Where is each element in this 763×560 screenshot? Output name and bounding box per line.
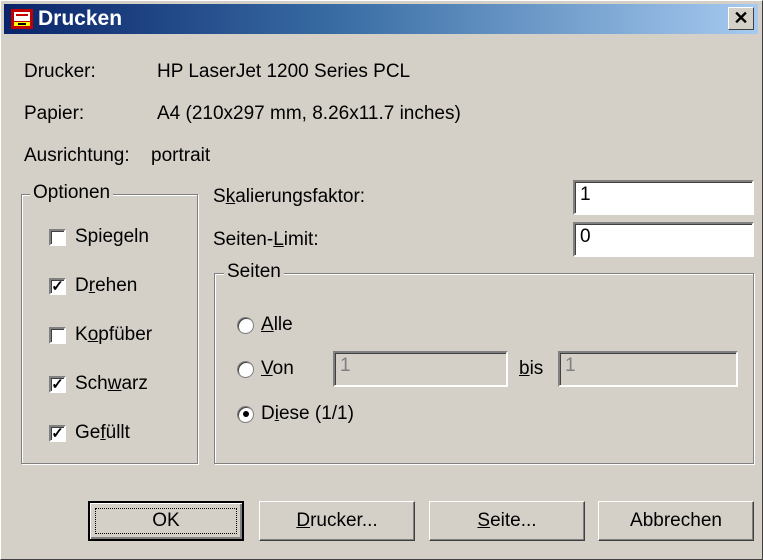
options-legend: Optionen (30, 182, 114, 204)
pages-all-label: Alle (261, 314, 293, 335)
printer-label: Drucker: (24, 61, 96, 82)
pages-current-radio[interactable]: Diese (1/1) (237, 403, 354, 425)
cancel-button[interactable]: Abbrechen (598, 501, 754, 541)
pages-to-label: bis (519, 358, 544, 379)
mirror-checkbox[interactable]: Spiegeln (49, 226, 149, 248)
title-bar[interactable]: Drucken ✕ (4, 4, 758, 34)
black-check-mark: ✓ (49, 375, 66, 393)
close-button[interactable]: ✕ (728, 7, 754, 30)
ok-button[interactable]: OK (88, 501, 244, 541)
page-limit-label: Seiten-Limit: (213, 229, 319, 250)
printer-app-icon (11, 9, 33, 29)
black-label: Schwarz (75, 373, 148, 394)
ok-focus-rect (95, 508, 237, 534)
pages-all-radio-dot (237, 316, 254, 334)
pages-all-radio[interactable]: Alle (237, 314, 293, 336)
paper-label: Papier: (24, 103, 85, 124)
filled-check-mark: ✓ (49, 424, 66, 442)
pages-current-label: Diese (1/1) (261, 403, 354, 424)
pages-legend: Seiten (224, 261, 284, 283)
rotate-checkbox[interactable]: ✓ Drehen (49, 275, 137, 297)
pages-to-input[interactable]: 1 (558, 351, 738, 387)
scaling-input[interactable]: 1 (573, 180, 754, 215)
printer-button[interactable]: Drucker... (259, 501, 415, 541)
mirror-label: Spiegeln (75, 226, 149, 247)
printer-value: HP LaserJet 1200 Series PCL (157, 61, 411, 82)
pages-current-radio-dot (237, 405, 254, 423)
rotate-label: Drehen (75, 275, 138, 296)
window-title: Drucken (38, 7, 123, 30)
print-dialog: Drucken ✕ Drucker: HP LaserJet 1200 Seri… (0, 0, 763, 560)
orientation-label: Ausrichtung: (24, 145, 130, 166)
pages-from-radio-dot (237, 360, 254, 378)
upside-down-check-mark (49, 326, 66, 344)
upside-down-checkbox[interactable]: Kopfüber (49, 324, 152, 346)
page-setup-button-label: Seite... (477, 510, 537, 531)
filled-checkbox[interactable]: ✓ Gefüllt (49, 422, 130, 444)
filled-label: Gefüllt (75, 422, 130, 443)
pages-from-label: Von (261, 358, 294, 379)
printer-button-label: Drucker... (296, 510, 378, 531)
scaling-label: Skalierungsfaktor: (213, 186, 366, 207)
black-checkbox[interactable]: ✓ Schwarz (49, 373, 148, 395)
rotate-check-mark: ✓ (49, 277, 66, 295)
pages-from-input[interactable]: 1 (333, 351, 508, 387)
page-setup-button[interactable]: Seite... (429, 501, 585, 541)
page-limit-input[interactable]: 0 (573, 222, 754, 257)
orientation-value: portrait (151, 145, 211, 166)
upside-down-label: Kopfüber (75, 324, 153, 345)
pages-from-radio[interactable]: Von (237, 358, 294, 380)
mirror-check-mark (49, 228, 66, 246)
paper-value: A4 (210x297 mm, 8.26x11.7 inches) (157, 103, 461, 124)
